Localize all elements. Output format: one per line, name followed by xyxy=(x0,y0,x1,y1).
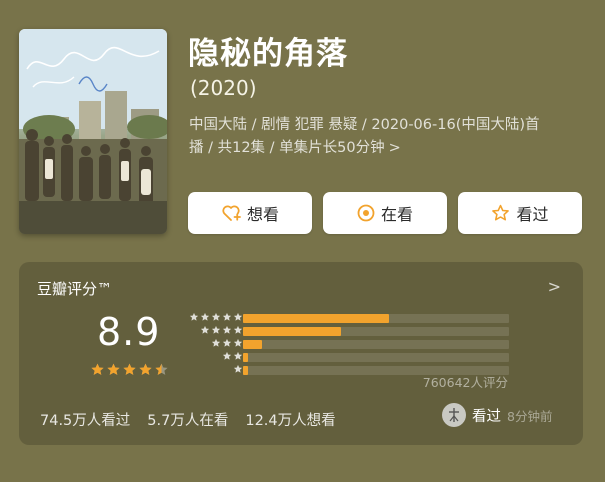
user-status-time: 8分钟前 xyxy=(507,408,553,424)
user-status-label: 看过 xyxy=(472,408,501,425)
want-count: 12.4万人想看 xyxy=(245,413,336,429)
heart-plus-icon xyxy=(221,204,241,222)
distribution-track xyxy=(243,314,509,323)
small-star-icon xyxy=(233,365,243,373)
distribution-stars xyxy=(183,312,243,322)
rating-stars xyxy=(90,362,170,377)
distribution-row xyxy=(185,312,515,325)
rating-panel[interactable]: 豆瓣评分™ > 8.9 760642人评分 74.5万人看过 5.7万人在看 1… xyxy=(19,262,583,445)
rating-count: 760642人评分 xyxy=(422,375,508,390)
distribution-bar xyxy=(243,314,390,323)
distribution-track xyxy=(243,353,509,362)
movie-year: (2020) xyxy=(190,76,257,100)
want-button-label: 想看 xyxy=(246,205,279,224)
rating-star-icon xyxy=(91,363,104,375)
watching-button-label: 在看 xyxy=(380,205,413,224)
movie-meta[interactable]: 中国大陆 / 剧情 犯罪 悬疑 / 2020-06-16(中国大陆)首 播 / … xyxy=(189,114,589,160)
small-star-icon xyxy=(233,339,243,347)
rating-score: 8.9 xyxy=(97,310,161,354)
distribution-bar xyxy=(243,353,249,362)
watching-count: 5.7万人在看 xyxy=(147,413,229,429)
rating-panel-title: 豆瓣评分™ xyxy=(37,280,113,298)
want-button[interactable]: 想看 xyxy=(188,192,312,234)
user-watch-status[interactable]: 看过 8分钟前 xyxy=(442,403,552,427)
distribution-stars xyxy=(183,351,243,361)
small-star-icon xyxy=(200,326,210,334)
watched-button[interactable]: 看过 xyxy=(458,192,582,234)
rating-star-icon xyxy=(139,363,152,375)
small-star-icon xyxy=(200,313,210,321)
small-star-icon xyxy=(222,339,232,347)
small-star-icon xyxy=(233,313,243,321)
small-star-icon xyxy=(233,326,243,334)
small-star-icon xyxy=(211,326,221,334)
rating-distribution xyxy=(185,312,515,377)
poster-image[interactable] xyxy=(19,29,167,234)
distribution-track xyxy=(243,340,509,349)
distribution-stars xyxy=(183,364,243,374)
distribution-stars xyxy=(183,325,243,335)
meta-line-2-text: 播 / 共12集 / 单集片长50分钟 xyxy=(189,140,385,156)
distribution-bar xyxy=(243,340,262,349)
distribution-row xyxy=(185,325,515,338)
audience-stats: 74.5万人看过 5.7万人在看 12.4万人想看 xyxy=(40,409,353,430)
avatar xyxy=(442,403,466,427)
small-star-icon xyxy=(233,352,243,360)
small-star-icon xyxy=(222,313,232,321)
meta-line-1: 中国大陆 / 剧情 犯罪 悬疑 / 2020-06-16(中国大陆)首 xyxy=(189,117,540,133)
watched-button-label: 看过 xyxy=(516,205,549,224)
watching-button[interactable]: 在看 xyxy=(323,192,447,234)
rating-star-icon xyxy=(123,363,136,375)
watched-count: 74.5万人看过 xyxy=(40,413,131,429)
small-star-icon xyxy=(211,313,221,321)
small-star-icon xyxy=(222,326,232,334)
movie-title: 隐秘的角落 xyxy=(188,36,348,72)
small-star-icon xyxy=(189,313,199,321)
small-star-icon xyxy=(222,352,232,360)
rating-star-icon xyxy=(107,363,120,375)
rating-star-icon xyxy=(155,363,168,375)
distribution-bar xyxy=(243,327,342,336)
star-icon xyxy=(491,204,510,222)
chevron-right-icon[interactable]: > xyxy=(548,277,561,296)
distribution-track xyxy=(243,327,509,336)
distribution-row xyxy=(185,338,515,351)
chevron-right-icon: > xyxy=(388,140,401,156)
meta-line-2: 播 / 共12集 / 单集片长50分钟 > xyxy=(189,137,589,160)
distribution-bar xyxy=(243,366,249,375)
small-star-icon xyxy=(211,339,221,347)
distribution-stars xyxy=(183,338,243,348)
distribution-row xyxy=(185,351,515,364)
target-icon xyxy=(357,204,375,222)
